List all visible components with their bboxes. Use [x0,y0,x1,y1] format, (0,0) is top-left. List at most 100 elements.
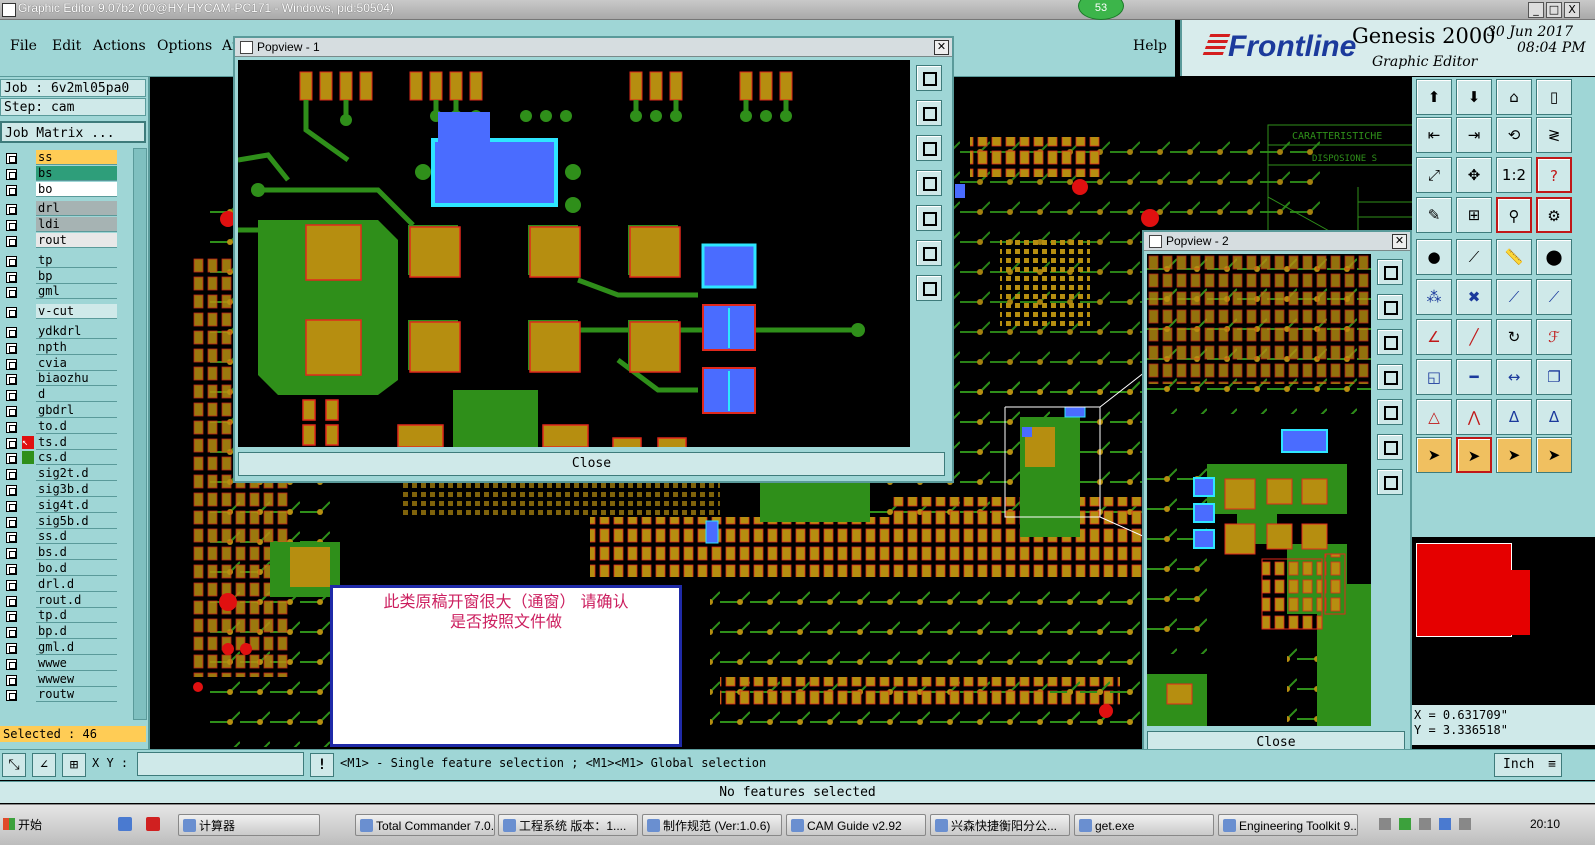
minimize-button[interactable]: _ [1528,2,1544,18]
layer-state-swatch[interactable] [22,357,34,370]
grid-icon[interactable]: ⊞ [1456,197,1492,233]
layer-list-scrollbar[interactable] [133,148,147,720]
layer-row-d[interactable]: d [2,387,118,403]
tray-icon[interactable] [1379,818,1391,830]
house-icon[interactable]: ⌂ [1496,79,1532,115]
layer-row-bs-d[interactable]: bs.d [2,545,118,561]
layer-checkbox[interactable] [6,500,17,512]
layer-checkbox[interactable] [6,374,17,386]
pv2-pan-left-icon[interactable] [1377,364,1403,390]
job-matrix-button[interactable]: Job Matrix ... [0,121,146,143]
pointer-edit-icon[interactable]: ➤ [1536,437,1572,473]
tray-icon[interactable] [1459,818,1471,830]
layer-row-v-cut[interactable]: v-cut [2,304,118,320]
tray-icon[interactable] [1419,818,1431,830]
layer-state-swatch[interactable] [22,451,34,465]
layer-row-tp[interactable]: tp [2,252,118,269]
layer-checkbox[interactable] [6,484,17,496]
layer-row-gml-d[interactable]: gml.d [2,639,118,656]
layer-row-bp-d[interactable]: bp.d [2,624,118,640]
draw-angle-icon[interactable]: ∠ [1416,319,1452,355]
layer-checkbox[interactable] [6,437,17,449]
layer-row-sig5b-d[interactable]: sig5b.d [2,513,118,530]
layer-checkbox[interactable] [6,421,17,433]
layer-state-swatch[interactable] [22,657,34,670]
layer-state-swatch[interactable] [22,515,34,528]
ruler-icon[interactable]: 📏 [1496,239,1532,275]
layer-state-swatch[interactable] [22,183,34,196]
layer-row-routw[interactable]: routw [2,687,118,703]
draw-arc-icon[interactable]: ↻ [1496,319,1532,355]
pv2-zoom-fit-icon[interactable] [1377,259,1403,285]
layer-checkbox[interactable] [6,184,17,196]
layer-checkbox[interactable] [6,674,17,686]
menu-help[interactable]: Help [1133,38,1167,54]
layer-settings-icon[interactable]: ⚙ [1536,197,1572,233]
snap-icon[interactable]: ⤡ [2,753,26,777]
layer-state-swatch[interactable] [22,270,34,283]
pv1-pan-right-icon[interactable] [916,205,942,231]
pv1-zoom-in-icon[interactable] [916,240,942,266]
layer-checkbox[interactable] [6,390,17,402]
tray-icon[interactable] [1399,818,1411,830]
menu-options[interactable]: Options [157,38,212,54]
popview-1-window[interactable]: Popview - 1 ✕ Close [233,36,954,483]
layer-checkbox[interactable] [6,453,17,465]
start-button[interactable]: 开始 [0,814,60,836]
layer-row-ydkdrl[interactable]: ydkdrl [2,323,118,340]
pv1-zoom-out-icon[interactable] [916,275,942,301]
layer-state-swatch[interactable] [22,483,34,496]
popview-1-canvas[interactable] [238,60,910,447]
layer-state-swatch[interactable] [22,325,34,338]
layer-row-npth[interactable]: npth [2,339,118,356]
triangle-select-icon[interactable]: Δ [1536,399,1572,435]
pv2-zoom-out-icon[interactable] [1377,469,1403,495]
segment-select-icon[interactable]: ⟋ [1496,279,1532,315]
layer-checkbox[interactable] [6,235,17,247]
pointer-area-icon[interactable]: ➤ [1456,437,1492,473]
palette-icon[interactable]: ✎ [1416,197,1452,233]
layer-state-swatch[interactable] [22,688,34,701]
popview-1-close-button[interactable]: Close [238,452,945,476]
layer-row-drl-d[interactable]: drl.d [2,576,118,593]
layer-state-swatch[interactable] [22,305,34,318]
layer-state-swatch[interactable] [22,530,34,543]
pv2-pan-up-icon[interactable] [1377,294,1403,320]
layer-state-swatch[interactable] [22,151,34,164]
layer-state-swatch[interactable] [22,202,34,215]
layer-row-wwwew[interactable]: wwwew [2,671,118,688]
layer-row-bp[interactable]: bp [2,268,118,285]
draw-line-icon[interactable]: ╱ [1456,319,1492,355]
taskbar-item[interactable]: 制作规范 (Ver:1.0.6) [642,814,782,836]
rotate-view-icon[interactable]: ⟲ [1496,117,1532,153]
layer-state-swatch[interactable] [22,562,34,575]
layer-checkbox[interactable] [6,611,17,623]
pv1-zoom-fit-icon[interactable] [916,65,942,91]
layer-row-rout-d[interactable]: rout.d [2,592,118,609]
layer-state-swatch[interactable] [22,404,34,417]
layer-state-swatch[interactable] [22,254,34,267]
taskbar-item[interactable]: 工程系统 版本：1.... [498,814,638,836]
layer-state-swatch[interactable] [22,546,34,559]
pan-right-icon[interactable]: ⇥ [1456,117,1492,153]
menu-actions[interactable]: Actions [93,38,146,54]
copy-feature-icon[interactable]: ❐ [1536,359,1572,395]
layer-state-swatch[interactable] [22,372,34,385]
layer-checkbox[interactable] [6,168,17,180]
layer-state-swatch[interactable] [22,341,34,354]
layer-state-swatch[interactable] [22,609,34,622]
layer-state-swatch[interactable] [22,625,34,638]
zoom-area-icon[interactable]: ✥ [1456,157,1492,193]
layer-toggle-icon[interactable]: ⚲ [1496,197,1532,233]
line-feature-icon[interactable]: ━ [1456,359,1492,395]
help-button[interactable]: ? [1536,157,1572,193]
popview-1-close-icon[interactable]: ✕ [934,40,949,55]
layer-state-swatch[interactable] [22,388,34,401]
layer-checkbox[interactable] [6,563,17,575]
angle-snap-icon[interactable]: ∠ [32,753,56,777]
pv2-pan-right-icon[interactable] [1377,399,1403,425]
layer-state-swatch[interactable] [22,499,34,512]
layer-checkbox[interactable] [6,469,17,481]
quick-launch-pdf-icon[interactable] [146,817,160,831]
layer-row-to-d[interactable]: to.d [2,418,118,435]
